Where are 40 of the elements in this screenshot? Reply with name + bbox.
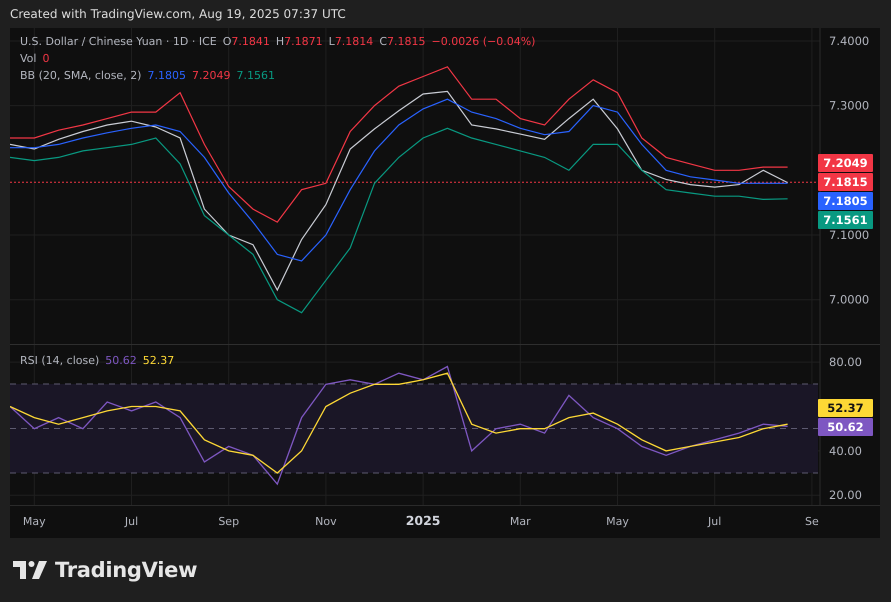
indicator-value: 50.62 — [105, 354, 137, 367]
price-tag: 7.2049 — [818, 154, 873, 172]
time-label: Jul — [124, 515, 138, 528]
value-tag: 52.37 — [818, 399, 873, 418]
time-label: Jul — [708, 515, 722, 528]
indicator-value: 7.2049 — [192, 69, 230, 82]
axis-label: 7.1000 — [829, 228, 870, 242]
time-label: Sep — [218, 515, 240, 528]
price-tag: 7.1561 — [818, 211, 873, 230]
indicator-title: RSI (14, close) — [20, 354, 100, 367]
ohlc-value: C7.1815 — [379, 35, 426, 48]
volume-value: 0 — [42, 52, 50, 65]
volume-label: Vol — [20, 52, 36, 65]
logo-icon — [13, 561, 47, 579]
time-label: May — [22, 515, 46, 528]
ohlc-value: O7.1841 — [222, 35, 270, 48]
time-label: Nov — [315, 515, 337, 528]
ohlc-value: H7.1871 — [276, 35, 323, 48]
axis-label: 80.00 — [829, 355, 862, 370]
axis-label: 40.00 — [829, 444, 862, 458]
value-tag: 50.62 — [818, 418, 873, 436]
indicator-title: BB (20, SMA, close, 2) — [20, 69, 142, 82]
price-tag: 7.1815 — [818, 173, 873, 192]
change-value: −0.0026 (−0.04%) — [432, 35, 536, 48]
ohlc-value: L7.1814 — [328, 35, 374, 48]
time-label: 2025 — [406, 513, 440, 528]
brand-name: TradingView — [55, 558, 198, 582]
indicator-value: 7.1805 — [147, 69, 186, 82]
chart-caption: Created with TradingView.com, Aug 19, 2025 07:37 UTC — [10, 7, 346, 21]
axis-label: 7.0000 — [829, 292, 870, 307]
time-label: Mar — [510, 515, 531, 528]
time-label: Se — [805, 515, 819, 528]
symbol-title: U.S. Dollar / Chinese Yuan · 1D · ICE — [20, 35, 217, 48]
price-tag: 7.1805 — [818, 192, 873, 210]
axis-label: 7.4000 — [829, 34, 870, 48]
axis-label: 7.3000 — [829, 98, 870, 113]
indicator-value: 52.37 — [142, 354, 174, 367]
axis-label: 20.00 — [829, 488, 862, 502]
time-label: May — [606, 515, 629, 528]
indicator-value: 7.1561 — [236, 69, 275, 82]
